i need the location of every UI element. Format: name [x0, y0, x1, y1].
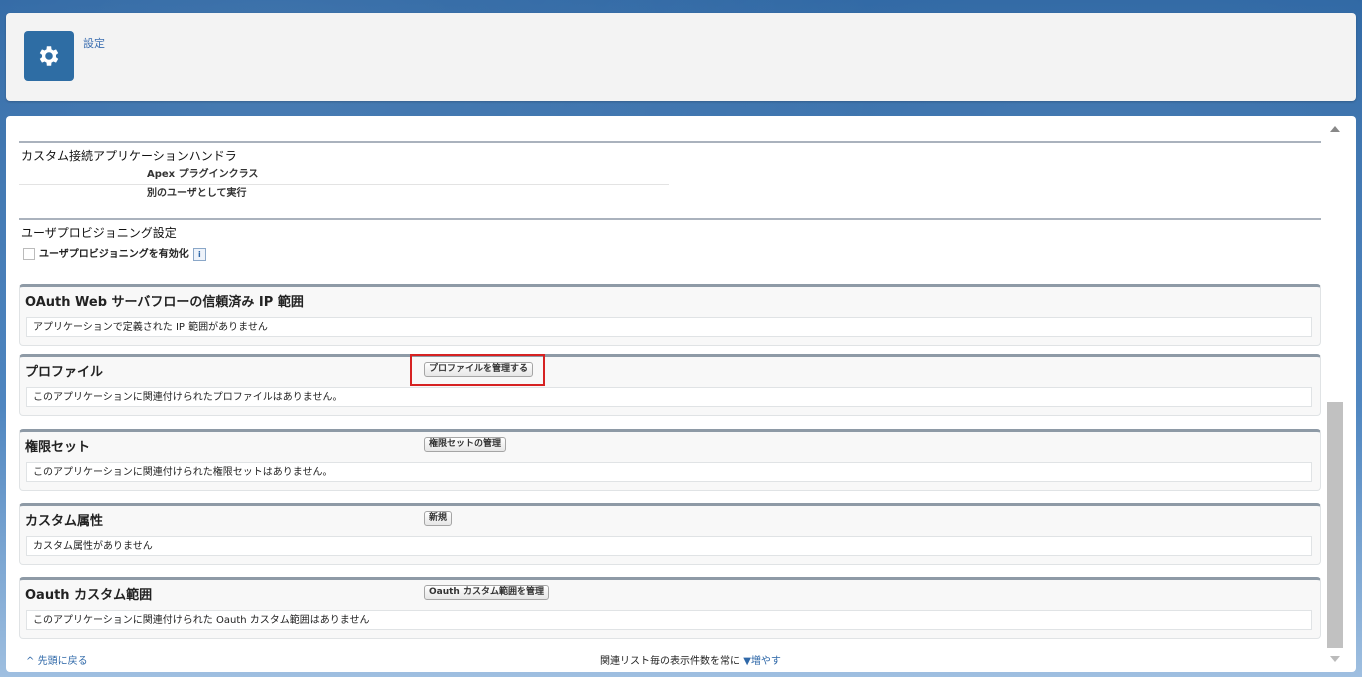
empty-message: アプリケーションで定義された IP 範囲がありません	[26, 317, 1312, 337]
page-title: 設定	[83, 37, 105, 50]
related-list-title: プロファイル	[25, 365, 104, 380]
scroll-down-arrow-icon[interactable]	[1330, 656, 1340, 662]
main-content: カスタム接続アプリケーションハンドラ Apex プラグインクラス 別のユーザとし…	[6, 116, 1356, 672]
triangle-down-icon: ▼	[743, 656, 751, 667]
empty-message: カスタム属性がありません	[26, 536, 1312, 556]
checkbox-label: ユーザプロビジョニングを有効化	[39, 249, 189, 260]
setup-header: 設定	[6, 13, 1356, 101]
back-to-top-link[interactable]: 先頭に戻る	[38, 656, 88, 667]
custom-attributes-list: カスタム属性 新規 カスタム属性がありません	[19, 503, 1321, 565]
empty-message: このアプリケーションに関連付けられた権限セットはありません。	[26, 462, 1312, 482]
chevron-up-icon: ^	[26, 656, 35, 667]
back-to-top[interactable]: ^ 先頭に戻る	[26, 652, 88, 667]
apex-plugin-class-label: Apex プラグインクラス	[19, 166, 669, 185]
connected-app-handler-section: カスタム接続アプリケーションハンドラ	[19, 141, 1321, 168]
info-icon[interactable]: i	[192, 247, 206, 261]
handler-detail-table: Apex プラグインクラス 別のユーザとして実行	[19, 166, 669, 203]
profiles-list: プロファイル プロファイルを管理する このアプリケーションに関連付けられたプロフ…	[19, 354, 1321, 416]
gear-icon	[24, 31, 74, 81]
related-list-title: 権限セット	[25, 440, 91, 455]
oauth-ip-range-list: OAuth Web サーバフローの信頼済み IP 範囲 アプリケーションで定義さ…	[19, 284, 1321, 346]
new-attribute-button[interactable]: 新規	[424, 511, 453, 526]
oauth-custom-scopes-list: Oauth カスタム範囲 Oauth カスタム範囲を管理 このアプリケーションに…	[19, 577, 1321, 639]
related-list-title: OAuth Web サーバフローの信頼済み IP 範囲	[25, 295, 304, 310]
user-provisioning-section: ユーザプロビジョニング設定 ユーザプロビジョニングを有効化 i	[19, 218, 1321, 261]
permission-sets-list: 権限セット 権限セットの管理 このアプリケーションに関連付けられた権限セットはあ…	[19, 429, 1321, 491]
scroll-up-arrow-icon[interactable]	[1330, 126, 1340, 132]
provisioning-checkbox-row: ユーザプロビジョニングを有効化 i	[19, 245, 1321, 261]
related-list-title: Oauth カスタム範囲	[25, 588, 153, 603]
increase-link[interactable]: 増やす	[751, 656, 781, 667]
scroll-thumb[interactable]	[1327, 402, 1343, 648]
section-title: ユーザプロビジョニング設定	[21, 226, 177, 240]
enable-provisioning-checkbox[interactable]	[23, 248, 35, 260]
related-list-title: カスタム属性	[25, 514, 104, 529]
section-title: カスタム接続アプリケーションハンドラ	[21, 149, 237, 163]
run-as-user-label: 別のユーザとして実行	[147, 188, 247, 199]
related-list-text: 関連リスト毎の表示件数を常に	[600, 656, 740, 667]
empty-message: このアプリケーションに関連付けられたプロファイルはありません。	[26, 387, 1312, 407]
highlight-box	[410, 354, 545, 386]
related-list-footer: 関連リスト毎の表示件数を常に ▼増やす	[600, 652, 781, 667]
manage-oauth-scopes-button[interactable]: Oauth カスタム範囲を管理	[424, 585, 549, 600]
manage-permission-sets-button[interactable]: 権限セットの管理	[424, 437, 507, 452]
vertical-scrollbar[interactable]	[1326, 120, 1344, 668]
empty-message: このアプリケーションに関連付けられた Oauth カスタム範囲はありません	[26, 610, 1312, 630]
